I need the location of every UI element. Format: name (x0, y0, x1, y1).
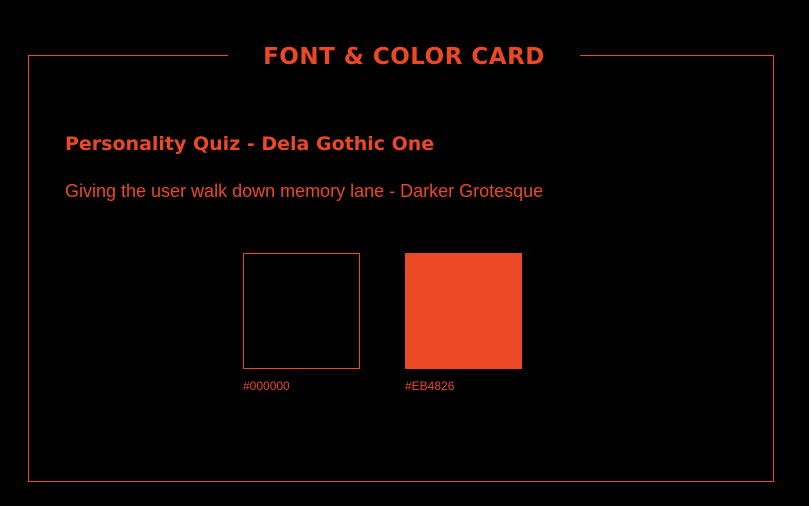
color-swatch-black (243, 253, 360, 369)
swatch-label-orange: #EB4826 (405, 379, 455, 393)
body-font-sample: Giving the user walk down memory lane - … (65, 181, 544, 201)
card-frame (28, 55, 774, 482)
swatch-label-black: #000000 (243, 379, 290, 393)
heading-font-sample: Personality Quiz - Dela Gothic One (65, 133, 435, 155)
card-title: FONT & COLOR CARD (228, 40, 580, 74)
color-swatch-orange (405, 253, 522, 369)
font-color-card: FONT & COLOR CARD Personality Quiz - Del… (0, 0, 809, 506)
